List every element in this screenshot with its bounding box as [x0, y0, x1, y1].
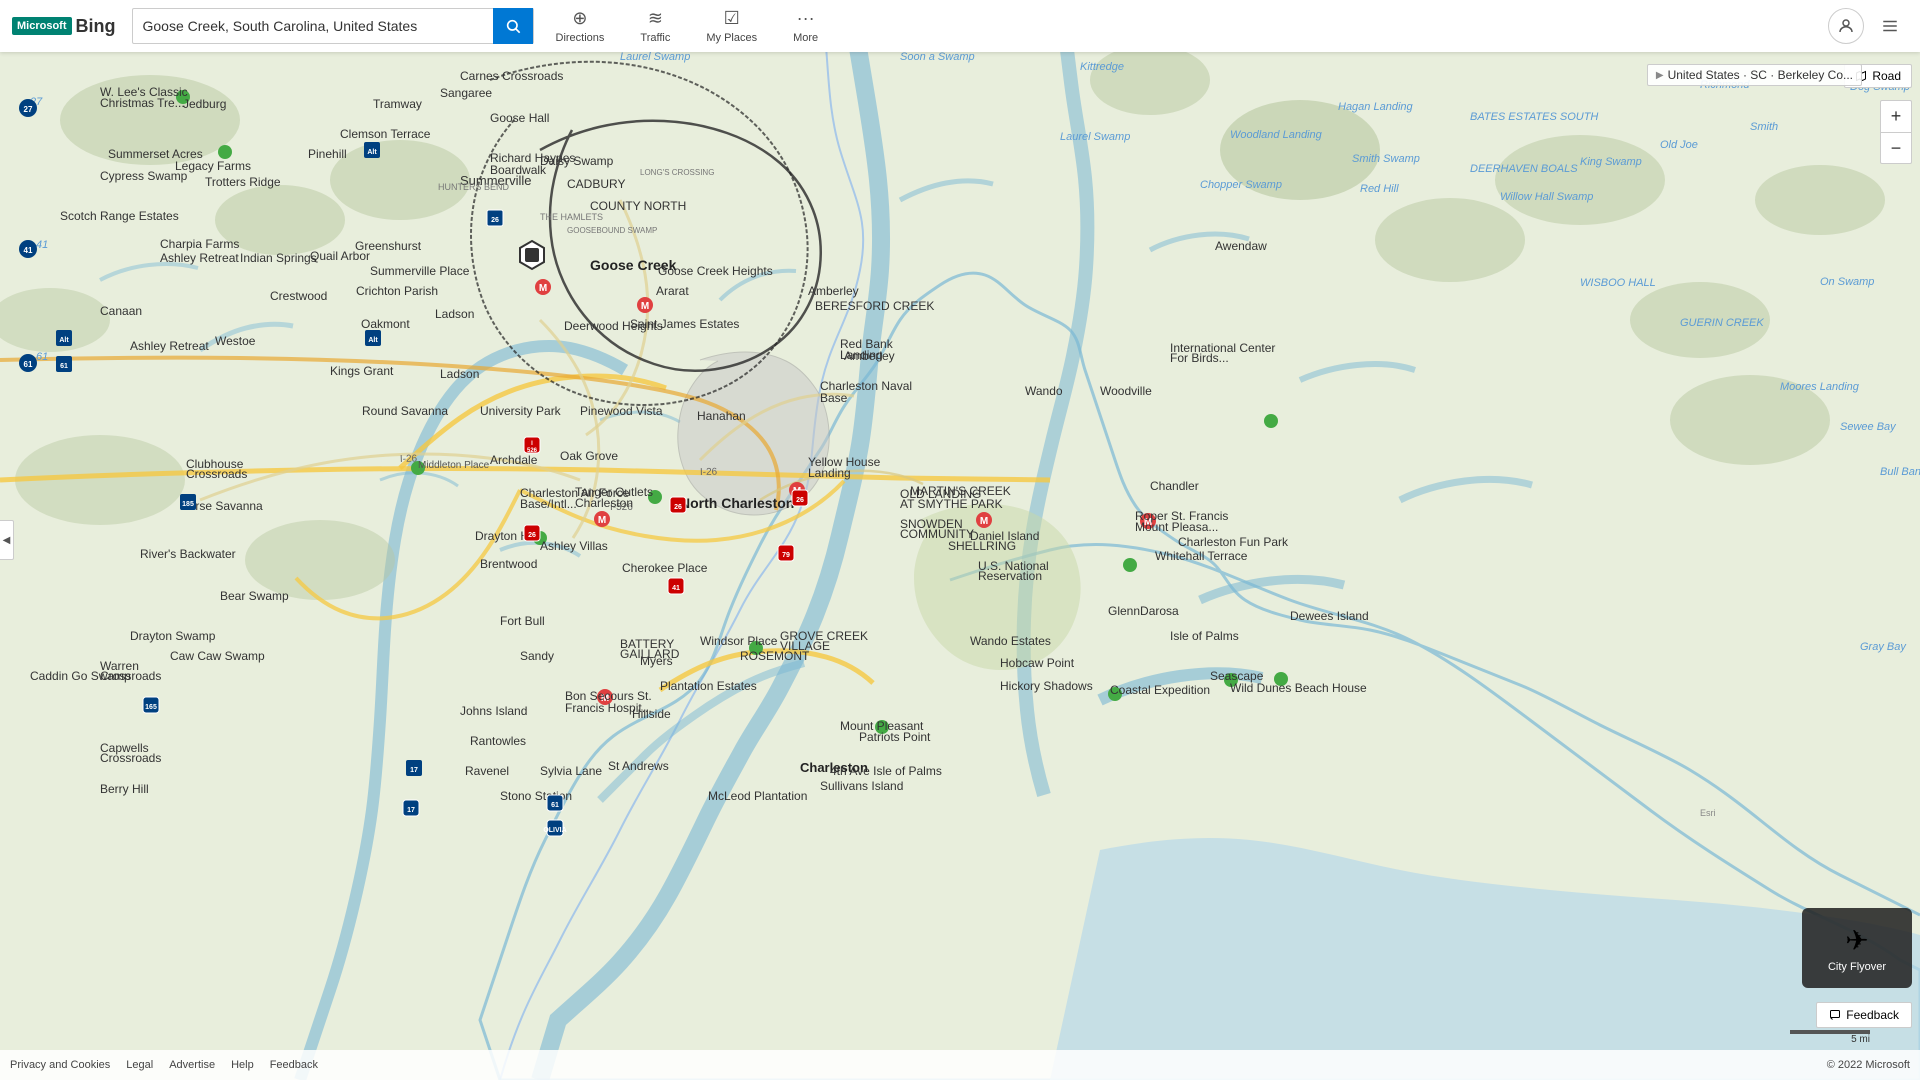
svg-text:Alt: Alt: [368, 337, 378, 344]
more-icon: ···: [797, 8, 815, 29]
nav-more[interactable]: ··· More: [779, 0, 832, 52]
nav-directions[interactable]: ⊕ Directions: [542, 0, 619, 52]
myplaces-label: My Places: [706, 32, 757, 44]
traffic-label: Traffic: [640, 32, 670, 44]
svg-text:17: 17: [407, 807, 415, 814]
svg-text:26: 26: [674, 504, 682, 511]
collapse-panel-button[interactable]: ◀: [0, 520, 14, 560]
svg-text:Alt: Alt: [367, 149, 377, 156]
svg-text:OLIVIA: OLIVIA: [543, 827, 566, 834]
breadcrumb-text: United States · SC · Berkeley Co...: [1668, 68, 1853, 82]
zoom-out-button[interactable]: −: [1880, 132, 1912, 164]
scale-label-mi: 5 mi: [1851, 1034, 1870, 1045]
airplane-icon: ✈: [1845, 924, 1868, 957]
help-link[interactable]: Help: [231, 1059, 254, 1071]
user-icon: [1837, 17, 1855, 35]
map-container[interactable]: M M M M M M M I-26 I-26 I-526 Goose Cree…: [0, 0, 1920, 1080]
legal-link[interactable]: Legal: [126, 1059, 153, 1071]
svg-text:61: 61: [24, 360, 33, 369]
svg-text:26: 26: [491, 217, 499, 224]
nav-myplaces[interactable]: ☑ My Places: [692, 0, 771, 52]
svg-text:61: 61: [60, 363, 68, 370]
svg-text:185: 185: [182, 501, 194, 508]
scale-bar: 5 mi: [1790, 1030, 1870, 1045]
search-button[interactable]: [493, 8, 533, 44]
svg-text:Alt: Alt: [59, 337, 69, 344]
svg-text:26: 26: [528, 532, 536, 539]
privacy-link[interactable]: Privacy and Cookies: [10, 1059, 110, 1071]
svg-text:M: M: [601, 693, 609, 704]
svg-text:41: 41: [24, 246, 33, 255]
search-form: [132, 8, 534, 44]
svg-text:26: 26: [796, 497, 804, 504]
svg-text:M: M: [598, 515, 606, 526]
breadcrumb[interactable]: ▶ United States · SC · Berkeley Co...: [1647, 64, 1862, 86]
svg-text:165: 165: [145, 704, 157, 711]
bing-logo[interactable]: Microsoft Bing: [12, 16, 116, 37]
location-pin[interactable]: [520, 241, 544, 269]
search-input[interactable]: [133, 18, 493, 34]
svg-text:M: M: [1144, 517, 1152, 528]
feedback-button[interactable]: Feedback: [1816, 1002, 1912, 1028]
user-account-button[interactable]: [1828, 8, 1864, 44]
bing-text: Bing: [76, 16, 116, 37]
city-flyover-button[interactable]: ✈ City Flyover: [1802, 908, 1912, 988]
svg-text:27: 27: [24, 105, 33, 114]
more-label: More: [793, 32, 818, 44]
copyright: © 2022 Microsoft: [1827, 1059, 1910, 1071]
svg-text:61: 61: [551, 802, 559, 809]
myplaces-icon: ☑: [724, 8, 740, 29]
feedback-label: Feedback: [1846, 1008, 1899, 1022]
directions-label: Directions: [556, 32, 605, 44]
map-svg: M M M M M M M I-26 I-26 I-526 Goose Cree…: [0, 0, 1920, 1080]
svg-text:M: M: [641, 301, 649, 312]
menu-button[interactable]: [1872, 8, 1908, 44]
zoom-in-button[interactable]: +: [1880, 100, 1912, 132]
traffic-icon: ≋: [648, 8, 663, 29]
hamburger-icon: [1881, 17, 1899, 35]
svg-text:41: 41: [672, 585, 680, 592]
directions-icon: ⊕: [572, 8, 587, 29]
search-icon: [505, 18, 521, 34]
svg-text:17: 17: [410, 767, 418, 774]
svg-text:M: M: [980, 516, 988, 527]
map-type-label: Road: [1872, 69, 1901, 83]
topbar: Microsoft Bing ⊕ Directions ≋ Traffic ☑ …: [0, 0, 1920, 52]
city-flyover-label: City Flyover: [1828, 961, 1886, 973]
feedback-icon: [1829, 1009, 1841, 1021]
microsoft-logo: Microsoft: [12, 17, 72, 35]
breadcrumb-arrow: ▶: [1656, 70, 1664, 81]
bottombar: Privacy and Cookies Legal Advertise Help…: [0, 1050, 1920, 1080]
nav-traffic[interactable]: ≋ Traffic: [626, 0, 684, 52]
zoom-controls: + −: [1880, 100, 1912, 164]
svg-text:79: 79: [782, 552, 790, 559]
svg-text:526: 526: [527, 448, 538, 454]
feedback-footer-link[interactable]: Feedback: [270, 1059, 318, 1071]
advertise-link[interactable]: Advertise: [169, 1059, 215, 1071]
svg-text:M: M: [539, 283, 547, 294]
